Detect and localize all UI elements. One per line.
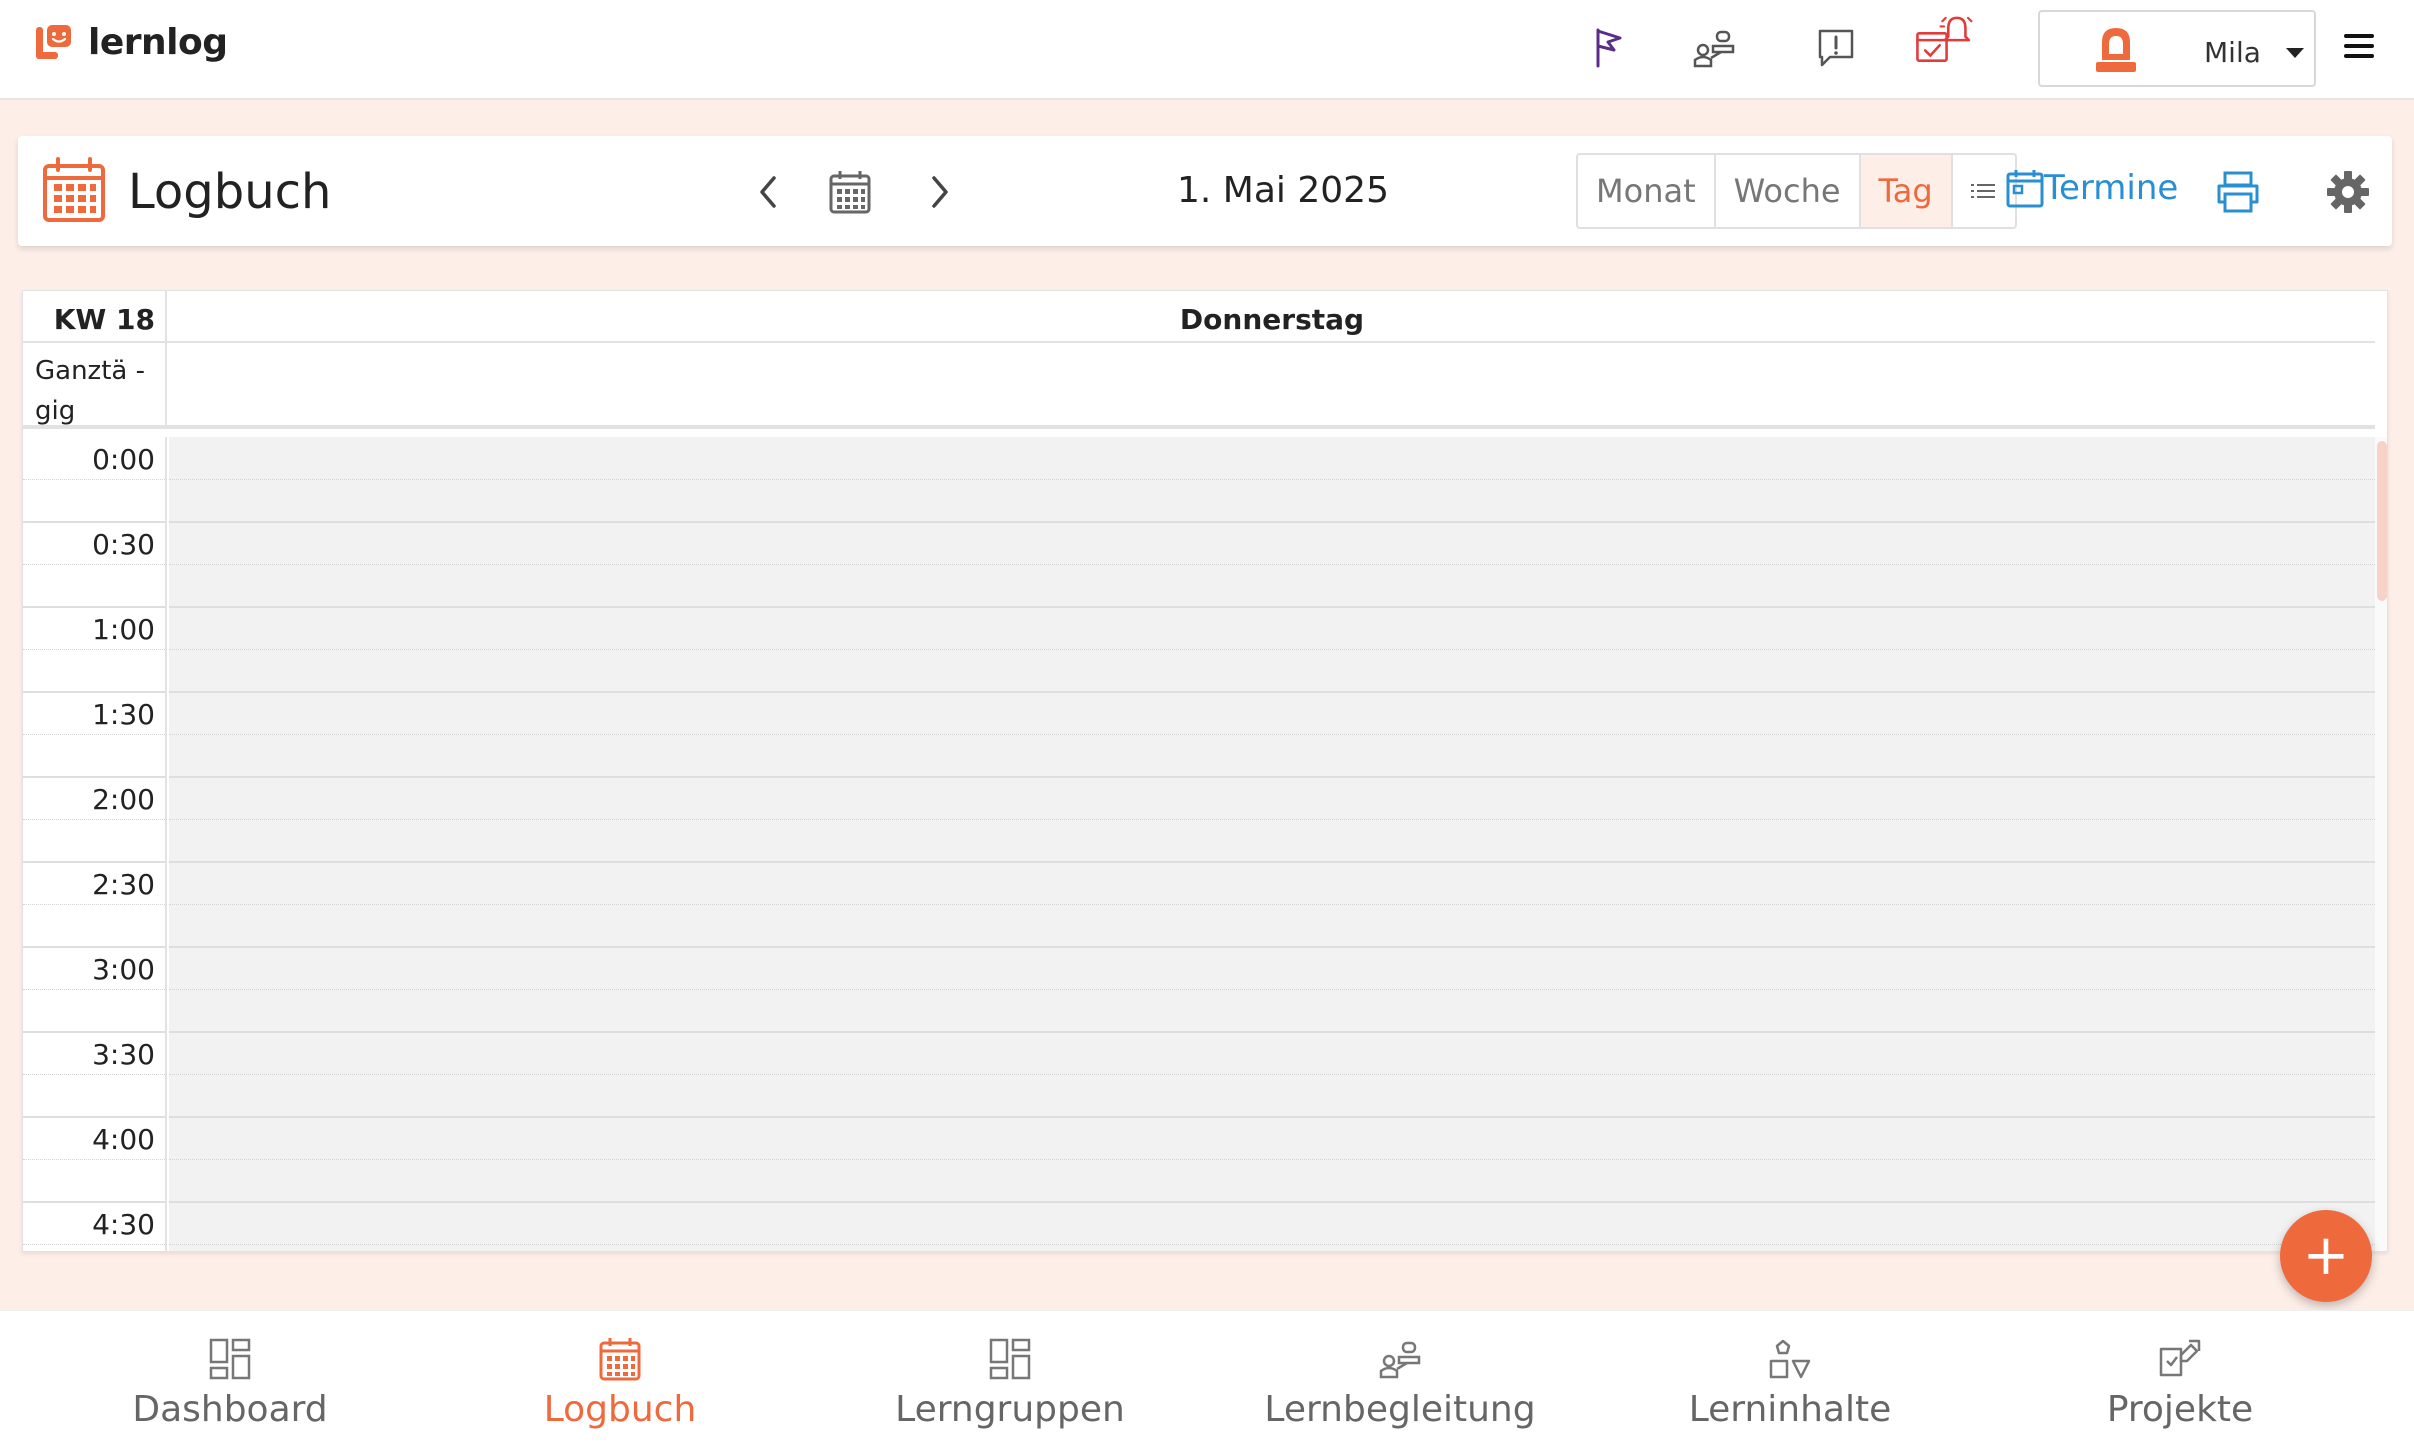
view-week-button[interactable]: Woche bbox=[1716, 155, 1861, 227]
nav-logbuch[interactable]: Logbuch bbox=[425, 1311, 815, 1444]
lernlog-logo-icon bbox=[34, 23, 74, 63]
nav-lerngruppen[interactable]: Lerngruppen bbox=[815, 1311, 1205, 1444]
page-title: Logbuch bbox=[128, 164, 332, 220]
nav-label: Lerngruppen bbox=[895, 1389, 1125, 1430]
print-button[interactable] bbox=[2208, 162, 2268, 222]
nav-projekte[interactable]: Projekte bbox=[1985, 1311, 2375, 1444]
content-shapes-icon bbox=[1766, 1335, 1814, 1383]
add-entry-button[interactable]: + bbox=[2280, 1210, 2372, 1302]
calendar-icon bbox=[596, 1335, 644, 1383]
termine-label: Termine bbox=[2044, 168, 2179, 208]
time-slots[interactable] bbox=[169, 437, 2375, 1251]
previous-button[interactable] bbox=[738, 162, 798, 222]
time-label: 4:30 bbox=[92, 1208, 155, 1241]
gear-icon bbox=[2327, 171, 2369, 213]
day-calendar: KW 18 Donnerstag Ganztä - gig 0:00 0:30 … bbox=[22, 290, 2388, 1252]
view-day-button[interactable]: Tag bbox=[1860, 155, 1953, 227]
dashboard-icon bbox=[206, 1335, 254, 1383]
time-axis: 0:00 0:30 1:00 1:30 2:00 2:30 3:00 3:30 … bbox=[23, 437, 167, 1251]
calendar-header: KW 18 Donnerstag bbox=[23, 291, 2375, 343]
time-label: 0:00 bbox=[92, 443, 155, 476]
bottom-navigation: Dashboard Logbuch Lerngruppen Lernbeglei… bbox=[0, 1310, 2414, 1444]
nav-label: Dashboard bbox=[132, 1389, 328, 1430]
nav-lerninhalte[interactable]: Lerninhalte bbox=[1595, 1311, 1985, 1444]
time-label: 2:30 bbox=[92, 868, 155, 901]
time-label: 0:30 bbox=[92, 528, 155, 561]
scrollbar-thumb[interactable] bbox=[2377, 441, 2387, 601]
view-switcher: Monat Woche Tag bbox=[1576, 153, 2017, 229]
nav-label: Lernbegleitung bbox=[1264, 1389, 1536, 1430]
time-label: 3:00 bbox=[92, 953, 155, 986]
week-number: KW 18 bbox=[23, 291, 167, 343]
chevron-down-icon bbox=[2286, 48, 2304, 58]
calendar-scrollbar[interactable] bbox=[2375, 437, 2387, 1251]
time-label: 1:30 bbox=[92, 698, 155, 731]
flag-icon[interactable] bbox=[1578, 18, 1638, 78]
time-label: 3:30 bbox=[92, 1038, 155, 1071]
current-date: 1. Mai 2025 bbox=[1177, 170, 1389, 211]
time-label: 4:00 bbox=[92, 1123, 155, 1156]
logbuch-header: Logbuch 1. Mai 2025 Monat Woche Tag Term… bbox=[18, 136, 2392, 246]
hamburger-menu-icon[interactable] bbox=[2344, 34, 2374, 58]
date-picker-button[interactable] bbox=[820, 162, 880, 222]
time-label: 1:00 bbox=[92, 613, 155, 646]
brand-name: lernlog bbox=[88, 22, 228, 63]
nav-lernbegleitung[interactable]: Lernbegleitung bbox=[1205, 1311, 1595, 1444]
view-month-button[interactable]: Monat bbox=[1578, 155, 1716, 227]
nav-dashboard[interactable]: Dashboard bbox=[35, 1311, 425, 1444]
projects-icon bbox=[2156, 1335, 2204, 1383]
time-label: 2:00 bbox=[92, 783, 155, 816]
nav-label: Logbuch bbox=[543, 1389, 697, 1430]
mentoring-icon bbox=[1376, 1335, 1424, 1383]
user-name: Mila bbox=[2204, 36, 2261, 69]
feedback-icon[interactable] bbox=[1806, 18, 1866, 78]
printer-icon bbox=[2217, 171, 2259, 213]
alarm-calendar-icon[interactable] bbox=[1914, 4, 1974, 78]
brand[interactable]: lernlog bbox=[34, 22, 228, 63]
nav-label: Lerninhalte bbox=[1688, 1389, 1892, 1430]
calendar-icon bbox=[42, 156, 106, 228]
all-day-label: Ganztä - gig bbox=[23, 343, 167, 426]
list-icon bbox=[1970, 184, 1995, 198]
plus-icon: + bbox=[2302, 1223, 2350, 1288]
nav-label: Projekte bbox=[2106, 1389, 2254, 1430]
settings-button[interactable] bbox=[2318, 162, 2378, 222]
avatar bbox=[2094, 26, 2138, 78]
time-grid: 0:00 0:30 1:00 1:30 2:00 2:30 3:00 3:30 … bbox=[23, 437, 2375, 1251]
groups-icon bbox=[986, 1335, 1034, 1383]
all-day-row[interactable]: Ganztä - gig bbox=[23, 343, 2375, 429]
day-name[interactable]: Donnerstag bbox=[169, 291, 2375, 343]
user-menu[interactable]: Mila bbox=[2038, 10, 2316, 87]
top-bar: lernlog Mila bbox=[0, 0, 2414, 100]
appointment-calendar-icon bbox=[2006, 170, 2044, 208]
next-button[interactable] bbox=[910, 162, 970, 222]
termine-button[interactable]: Termine bbox=[2006, 168, 2178, 208]
mentoring-icon[interactable] bbox=[1684, 18, 1744, 78]
